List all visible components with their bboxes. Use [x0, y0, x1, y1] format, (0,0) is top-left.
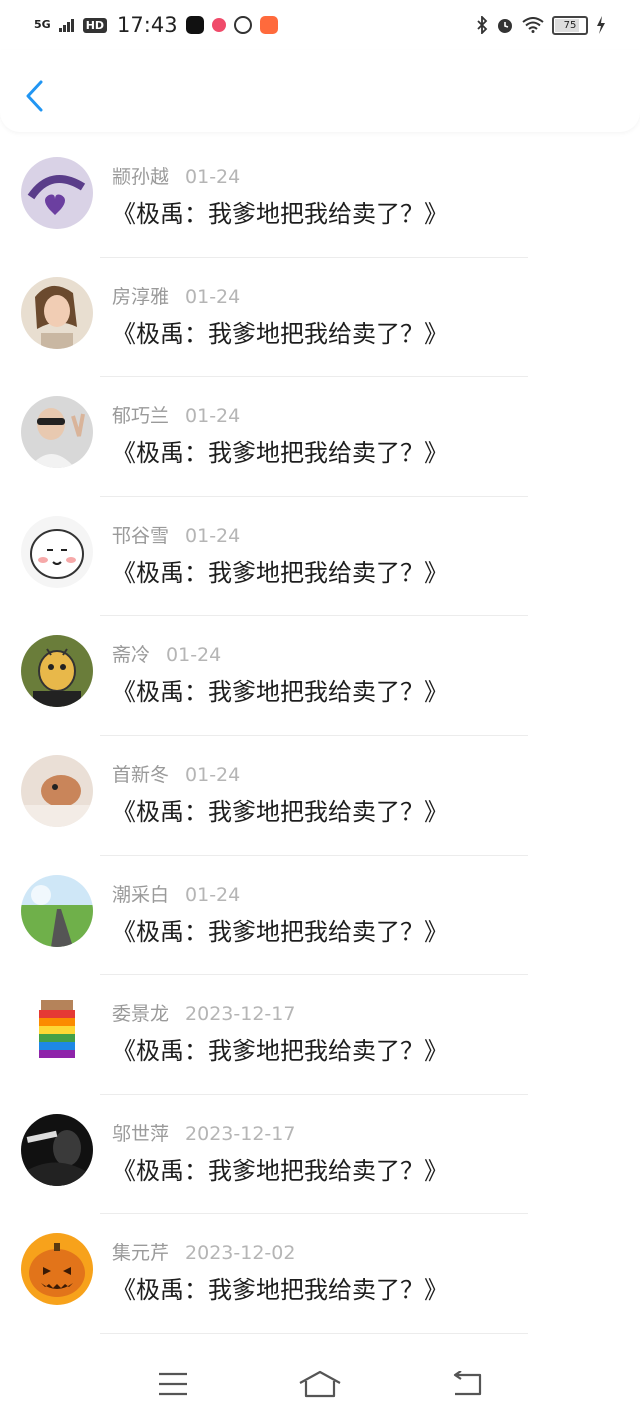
- post-title: 《极禹：我爹地把我给卖了？》: [112, 439, 448, 468]
- message-list: 颛孙越 01-24 《极禹：我爹地把我给卖了？》 房淳雅 01-24 《极禹：我爹地…: [0, 138, 640, 1334]
- list-item[interactable]: 邬世萍 2023-12-17 《极禹：我爹地把我给卖了？》: [0, 1095, 640, 1215]
- user-name: 郁巧兰: [112, 405, 170, 428]
- back-icon: [453, 1371, 481, 1396]
- list-item[interactable]: 集元芹 2023-12-02 《极禹：我爹地把我给卖了？》: [0, 1214, 640, 1334]
- system-nav-bar: [0, 1345, 640, 1423]
- post-date: 01-24: [185, 166, 241, 188]
- user-name: 潮采白: [112, 883, 170, 906]
- menu-icon: [159, 1372, 188, 1396]
- post-date: 01-24: [185, 405, 241, 428]
- post-title: 《极禹：我爹地把我给卖了？》: [112, 319, 448, 348]
- avatar: [21, 276, 93, 349]
- post-date: 2023-12-02: [185, 1242, 296, 1265]
- post-date: 01-24: [185, 763, 241, 786]
- list-item[interactable]: 首新冬 01-24 《极禹：我爹地把我给卖了？》: [0, 736, 640, 856]
- list-item[interactable]: 委景龙 2023-12-17 《极禹：我爹地把我给卖了？》: [0, 975, 640, 1095]
- avatar: [21, 874, 93, 947]
- post-date: 2023-12-17: [185, 1122, 296, 1145]
- avatar: [21, 396, 93, 469]
- menu-button[interactable]: [151, 1368, 195, 1400]
- list-item[interactable]: 斋冷 01-24 《极禹：我爹地把我给卖了？》: [0, 616, 640, 736]
- header: [0, 50, 640, 132]
- user-name: 集元芹: [112, 1242, 170, 1265]
- post-date: 01-24: [185, 524, 241, 547]
- post-date: 2023-12-17: [185, 1003, 296, 1026]
- post-title: 《极禹：我爹地把我给卖了？》: [112, 558, 448, 587]
- wifi-icon: [522, 17, 544, 33]
- list-item[interactable]: 邗谷雪 01-24 《极禹：我爹地把我给卖了？》: [0, 497, 640, 617]
- user-name: 首新冬: [112, 763, 170, 786]
- chevron-left-icon: [26, 80, 43, 112]
- user-name: 邗谷雪: [112, 524, 170, 547]
- post-title: 《极禹：我爹地把我给卖了？》: [112, 678, 448, 707]
- post-title: 《极禹：我爹地把我给卖了？》: [112, 1276, 448, 1305]
- divider: [100, 1332, 528, 1334]
- post-title: 《极禹：我爹地把我给卖了？》: [112, 917, 448, 946]
- battery-icon: 75: [552, 15, 588, 35]
- signal-icon: [58, 19, 74, 32]
- user-name: 斋冷: [112, 644, 151, 667]
- tiktok-icon: [185, 16, 204, 34]
- avatar: [21, 635, 93, 708]
- user-name: 邬世萍: [112, 1122, 170, 1145]
- post-date: 01-24: [185, 285, 241, 308]
- status-bar: 5G HD 17:43 75: [0, 0, 640, 50]
- post-date: 01-24: [185, 883, 241, 906]
- avatar: [21, 754, 93, 827]
- post-date: 01-24: [166, 644, 222, 667]
- home-button[interactable]: [298, 1368, 342, 1400]
- user-name: 颛孙越: [112, 166, 170, 188]
- app-orange-icon: [259, 16, 278, 34]
- avatar: [21, 157, 93, 229]
- battery-level: 75: [563, 19, 577, 31]
- user-name: 房淳雅: [112, 285, 170, 308]
- back-nav-button[interactable]: [445, 1368, 489, 1400]
- post-title: 《极禹：我爹地把我给卖了？》: [112, 1156, 448, 1185]
- network-indicator: 5G: [34, 18, 51, 31]
- home-icon: [299, 1370, 341, 1398]
- user-name: 委景龙: [112, 1003, 170, 1026]
- list-item[interactable]: 房淳雅 01-24 《极禹：我爹地把我给卖了？》: [0, 258, 640, 378]
- charging-icon: [597, 16, 605, 34]
- avatar: [21, 1113, 93, 1186]
- list-item[interactable]: 潮采白 01-24 《极禹：我爹地把我给卖了？》: [0, 856, 640, 976]
- post-title: 《极禹：我爹地把我给卖了？》: [112, 1037, 448, 1066]
- hd-badge: HD: [82, 17, 108, 33]
- back-button[interactable]: [22, 78, 50, 114]
- status-time: 17:43: [117, 13, 178, 37]
- alarm-icon: [498, 19, 512, 33]
- app-red-icon: [211, 18, 226, 32]
- avatar: [21, 1233, 93, 1306]
- post-title: 《极禹：我爹地把我给卖了？》: [112, 797, 448, 826]
- app-link-icon: [233, 16, 252, 34]
- bluetooth-icon: [477, 16, 488, 34]
- avatar: [21, 515, 93, 588]
- list-item[interactable]: 颛孙越 01-24 《极禹：我爹地把我给卖了？》: [0, 138, 640, 258]
- list-item[interactable]: 郁巧兰 01-24 《极禹：我爹地把我给卖了？》: [0, 377, 640, 497]
- post-title: 《极禹：我爹地把我给卖了？》: [112, 200, 448, 228]
- avatar: [21, 994, 93, 1067]
